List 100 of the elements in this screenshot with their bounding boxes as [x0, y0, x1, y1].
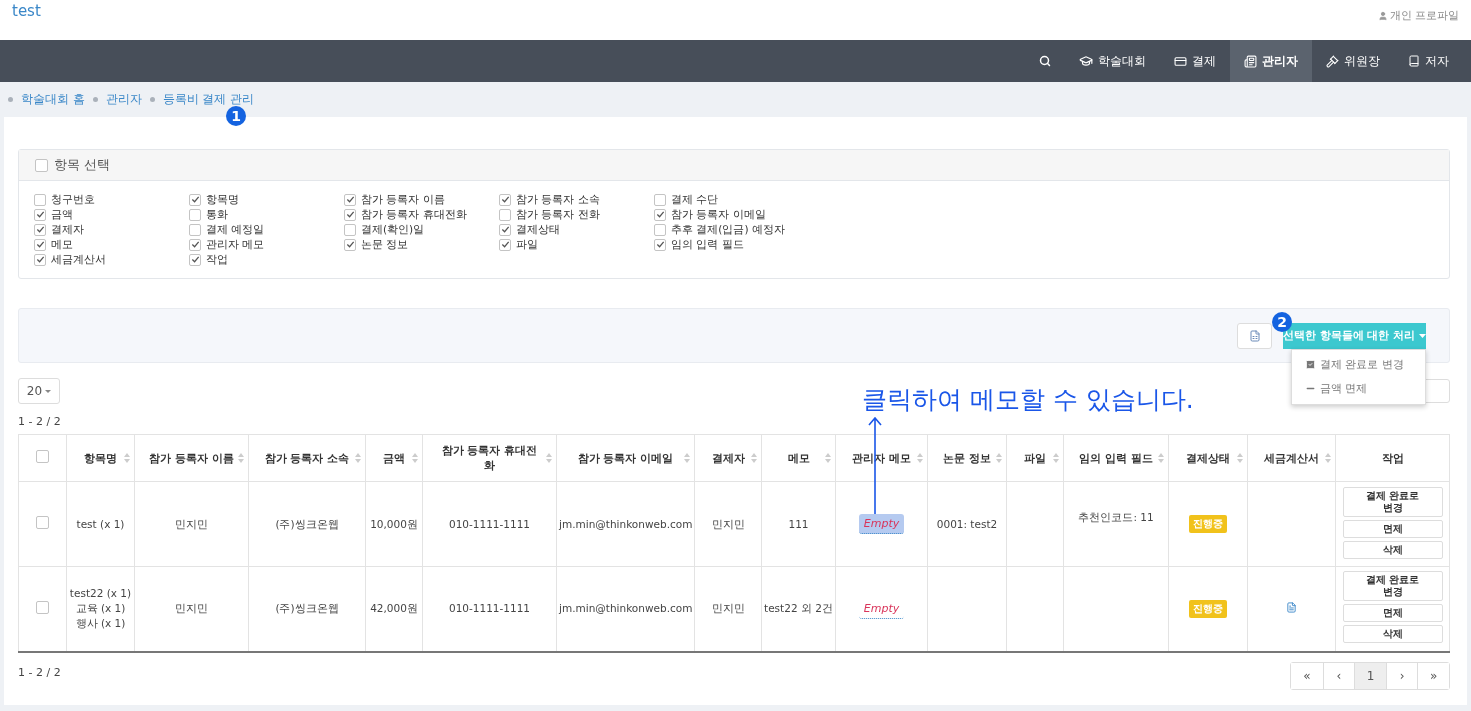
graduation-cap-icon [1079, 54, 1093, 68]
table-cell: 민지민 [134, 481, 249, 567]
column-header[interactable]: 항목명 [81, 450, 120, 466]
column-option-label[interactable]: 관리자 메모 [206, 237, 265, 252]
checkbox[interactable] [36, 600, 49, 614]
checkbox[interactable] [34, 208, 46, 221]
column-option-label[interactable]: 논문 정보 [361, 237, 409, 252]
sort-icon[interactable] [751, 452, 757, 464]
column-option-label[interactable]: 청구번호 [51, 192, 95, 207]
checkbox[interactable] [654, 208, 666, 221]
checkbox[interactable] [344, 208, 356, 221]
checkbox[interactable] [35, 158, 48, 172]
search-icon [1039, 55, 1051, 67]
column-option-label[interactable]: 통화 [206, 207, 228, 222]
column-option-label[interactable]: 결제 수단 [671, 192, 719, 207]
column-option-label[interactable]: 메모 [51, 237, 73, 252]
column-option-label[interactable]: 참가 등록자 휴대전화 [361, 207, 467, 222]
column-option-label[interactable]: 세금계산서 [51, 252, 106, 267]
column-option-label[interactable]: 금액 [51, 207, 73, 222]
column-option-label[interactable]: 결제자 [51, 222, 84, 237]
sort-icon[interactable] [1053, 452, 1059, 464]
column-header[interactable]: 메모 [776, 450, 821, 466]
checkbox[interactable] [189, 253, 201, 266]
checkbox[interactable] [36, 449, 49, 463]
checkbox[interactable] [189, 193, 201, 206]
sort-icon[interactable] [412, 452, 418, 464]
sort-icon[interactable] [355, 452, 361, 464]
panel-title: 항목 선택 [54, 156, 111, 174]
action-button[interactable]: 결제 완료로 변경 [1342, 571, 1443, 602]
nav-item[interactable]: 관리자 [1230, 40, 1312, 82]
checkbox[interactable] [344, 193, 356, 206]
checkbox[interactable] [189, 238, 201, 251]
checkbox[interactable] [499, 238, 511, 251]
page-button[interactable]: » [1417, 662, 1449, 689]
checkbox[interactable] [189, 223, 201, 236]
column-header[interactable]: 결제자 [709, 450, 747, 466]
checkbox[interactable] [654, 223, 666, 236]
page-button[interactable]: 1 [1354, 662, 1386, 689]
column-option-label[interactable]: 항목명 [206, 192, 239, 207]
excel-export-button[interactable] [1237, 322, 1272, 349]
column-option-label[interactable]: 작업 [206, 252, 228, 267]
sort-icon[interactable] [1237, 452, 1243, 464]
checkbox[interactable] [344, 223, 356, 236]
checkbox[interactable] [36, 516, 49, 529]
admin-memo-link[interactable]: Empty [858, 598, 905, 619]
checkbox[interactable] [499, 223, 511, 236]
column-option-label[interactable]: 파일 [516, 237, 538, 252]
sort-icon[interactable] [546, 452, 552, 464]
menu-item[interactable]: 결제 완료로 변경 [1292, 352, 1425, 377]
sort-icon[interactable] [1325, 452, 1331, 464]
gavel-icon [1326, 54, 1339, 68]
document-icon[interactable] [1286, 601, 1297, 613]
action-button[interactable]: 삭제 [1342, 625, 1443, 644]
action-button[interactable]: 삭제 [1342, 540, 1443, 559]
checkbox[interactable] [34, 253, 46, 266]
page-size-select[interactable]: 20 [18, 378, 60, 404]
checkbox[interactable] [189, 208, 201, 221]
checkbox[interactable] [34, 238, 46, 251]
column-option-label[interactable]: 참가 등록자 이메일 [671, 207, 766, 222]
checkbox[interactable] [654, 238, 666, 251]
column-option-label[interactable]: 참가 등록자 소속 [516, 192, 600, 207]
sort-icon[interactable] [825, 452, 831, 464]
column-option-label[interactable]: 임의 입력 필드 [671, 237, 744, 252]
sort-icon[interactable] [238, 452, 244, 464]
nav-item[interactable]: 위원장 [1312, 40, 1394, 82]
table-cell: 민지민 [694, 481, 762, 567]
column-header[interactable]: 금액 [380, 450, 408, 466]
action-button[interactable]: 면제 [1342, 519, 1443, 538]
breadcrumb-link[interactable]: 학술대회 홈 [21, 92, 85, 107]
column-option-label[interactable]: 결제(확인)일 [361, 222, 425, 237]
checkbox[interactable] [499, 208, 511, 221]
profile-link[interactable]: 개인 프로파일 [1377, 8, 1459, 23]
table-cell: 0001: test2 [927, 481, 1007, 567]
action-button[interactable]: 면제 [1342, 604, 1443, 623]
nav-item[interactable]: 학술대회 [1065, 40, 1160, 82]
column-option-label[interactable]: 추후 결제(입금) 예정자 [671, 222, 785, 237]
breadcrumb-link[interactable]: 등록비 결제 관리 [162, 92, 254, 107]
action-button[interactable]: 결제 완료로 변경 [1342, 486, 1443, 517]
checkbox[interactable] [34, 223, 46, 236]
status-badge: 진행중 [1189, 515, 1227, 533]
checkbox[interactable] [34, 193, 46, 206]
column-option-label[interactable]: 참가 등록자 이름 [361, 192, 445, 207]
menu-item[interactable]: 금액 면제 [1292, 376, 1425, 401]
site-title[interactable]: test [12, 2, 41, 20]
column-option-label[interactable]: 결제상태 [516, 222, 560, 237]
table-cell: 111 [761, 481, 836, 567]
breadcrumb-link[interactable]: 관리자 [105, 92, 142, 107]
column-header[interactable]: 파일 [1021, 450, 1049, 466]
checkbox[interactable] [654, 193, 666, 206]
nav-item[interactable]: 결제 [1160, 40, 1230, 82]
checkbox[interactable] [499, 193, 511, 206]
column-option-label[interactable]: 참가 등록자 전화 [516, 207, 600, 222]
checkbox[interactable] [344, 238, 356, 251]
sort-icon[interactable] [917, 452, 923, 464]
sort-icon[interactable] [996, 452, 1002, 464]
sort-icon[interactable] [1158, 452, 1164, 464]
nav-item[interactable]: 저자 [1394, 40, 1463, 82]
sort-icon[interactable] [124, 452, 130, 464]
column-option-label[interactable]: 결제 예정일 [206, 222, 265, 237]
sort-icon[interactable] [684, 452, 690, 464]
